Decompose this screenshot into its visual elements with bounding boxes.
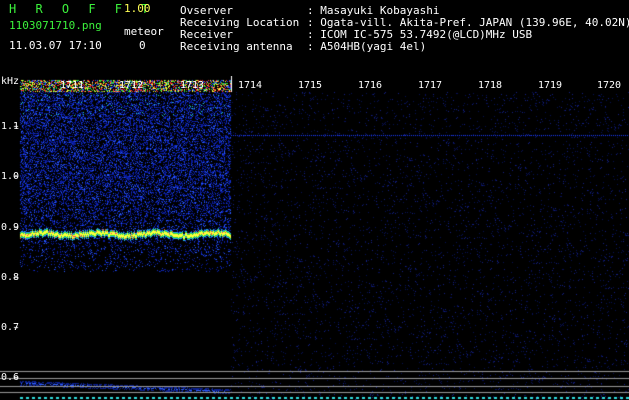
x-tick-label: 1716 <box>358 80 383 91</box>
meteor-label: meteor <box>124 25 164 38</box>
spectrogram: kHz 1.1 1.0 0.9 0.8 0.7 0.6 1711 1712 1713 1714 1… <box>0 76 629 400</box>
antenna-value: : A504HB(yagi 4el) <box>307 40 427 53</box>
x-tick-label: 1714 <box>238 80 263 91</box>
app-version: 1.00 <box>124 2 151 15</box>
x-tick-label: 1717 <box>418 80 443 91</box>
x-tick-label: 1715 <box>298 80 323 91</box>
x-tick-label: 1712 <box>119 80 144 91</box>
y-tick-label: 1.1 <box>1 121 20 132</box>
x-tick-label: 1711 <box>60 80 85 91</box>
y-tick-label: 0.8 <box>1 272 20 283</box>
y-tick-label: 0.6 <box>1 372 20 383</box>
y-axis-unit: kHz <box>1 76 20 87</box>
y-tick-label: 0.7 <box>1 322 20 333</box>
x-tick-label: 1713 <box>180 80 205 91</box>
timestamp: 11.03.07 17:10 <box>9 39 102 52</box>
spectrogram-canvas <box>0 76 629 400</box>
header-panel: H R O F F T 1.00 1103071710.png 11.03.07… <box>0 0 629 76</box>
x-tick-label: 1719 <box>538 80 563 91</box>
x-tick-label: 1718 <box>478 80 503 91</box>
file-name: 1103071710.png <box>9 19 102 32</box>
y-tick-label: 1.0 <box>1 171 20 182</box>
x-tick-label: 1720 <box>597 80 622 91</box>
antenna-label: Receiving antenna <box>180 40 293 53</box>
y-tick-label: 0.9 <box>1 222 20 233</box>
meteor-count: 0 <box>139 39 146 52</box>
